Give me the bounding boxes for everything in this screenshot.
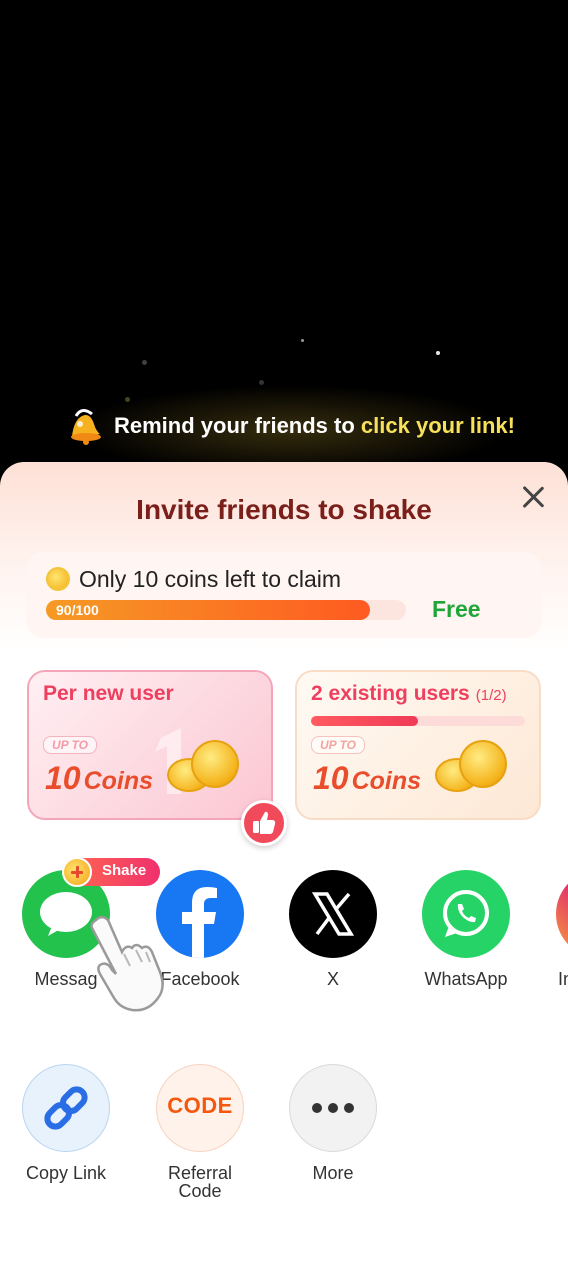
share-label: X (326, 969, 339, 989)
action-label: More (312, 1163, 354, 1183)
code-icon-text: CODE (167, 1093, 233, 1118)
bell-icon (62, 404, 106, 448)
remind-text: Remind your friends to click your link! (114, 413, 515, 439)
progress-value: 90/100 (56, 602, 99, 618)
reward-title-text: 2 existing users (311, 682, 470, 705)
reward-amount-unit: Coins (83, 767, 154, 795)
reward-amount-unit: Coins (351, 767, 422, 795)
copy-link-button[interactable]: Copy Link (1, 1064, 131, 1182)
share-x[interactable]: X (268, 870, 398, 988)
plus-icon (62, 857, 92, 887)
pointing-hand-icon (80, 912, 170, 1016)
reward-count: (1/2) (475, 687, 507, 704)
reward-card-new-user[interactable]: Per new user UP TO 10 Coins (27, 670, 287, 846)
share-label: WhatsApp (424, 969, 508, 989)
upto-label: UP TO (311, 736, 366, 754)
share-instagram[interactable]: In (534, 870, 568, 988)
close-icon[interactable] (520, 484, 546, 510)
shake-badge: Shake (62, 857, 160, 887)
more-icon (289, 1064, 377, 1152)
progress-bar: 90/100 (46, 600, 406, 620)
thumbs-up-icon (241, 800, 287, 846)
sparkle (301, 339, 304, 342)
referral-code-button[interactable]: CODE Referral Code (135, 1064, 265, 1200)
reward-amount-number: 10 (313, 760, 349, 796)
reward-title: Per new user (43, 682, 174, 705)
progress-status: Free (432, 596, 481, 622)
shake-label: Shake (102, 862, 147, 879)
remind-text-highlight: click your link! (360, 413, 515, 438)
share-label: In (558, 969, 568, 988)
reward-card-existing-users[interactable]: 2 existing users (1/2) UP TO 10 Coins (295, 670, 541, 820)
coin-icon (46, 567, 70, 591)
sparkle (142, 360, 147, 365)
code-icon: CODE (156, 1064, 244, 1152)
coins-icon (435, 738, 511, 794)
link-icon (22, 1064, 110, 1152)
action-label: Copy Link (25, 1163, 107, 1183)
remind-text-plain: Remind your friends to (114, 413, 361, 438)
whatsapp-icon (422, 870, 510, 958)
reward-amount: 10 Coins (313, 760, 421, 797)
share-whatsapp[interactable]: WhatsApp (401, 870, 531, 988)
reward-amount-number: 10 (45, 760, 81, 796)
existing-users-progress (311, 716, 525, 726)
reward-amount: 10 Coins (45, 760, 153, 797)
progress-title: Only 10 coins left to claim (79, 566, 342, 592)
existing-users-progress-fill (311, 716, 418, 726)
more-button[interactable]: More (268, 1064, 398, 1182)
upto-label: UP TO (43, 736, 98, 754)
sheet-title: Invite friends to shake (136, 494, 432, 525)
coins-icon (167, 738, 243, 794)
x-icon (289, 870, 377, 958)
remind-banner: Remind your friends to click your link! (62, 404, 515, 448)
action-label: Referral Code (167, 1163, 233, 1201)
instagram-icon (556, 870, 568, 958)
reward-title: 2 existing users (1/2) (311, 682, 507, 706)
sparkle (436, 351, 440, 355)
invite-sheet: Invite friends to shake Only 10 coins le… (0, 462, 568, 1280)
coins-progress-card: Only 10 coins left to claim 90/100 Free (26, 552, 542, 638)
